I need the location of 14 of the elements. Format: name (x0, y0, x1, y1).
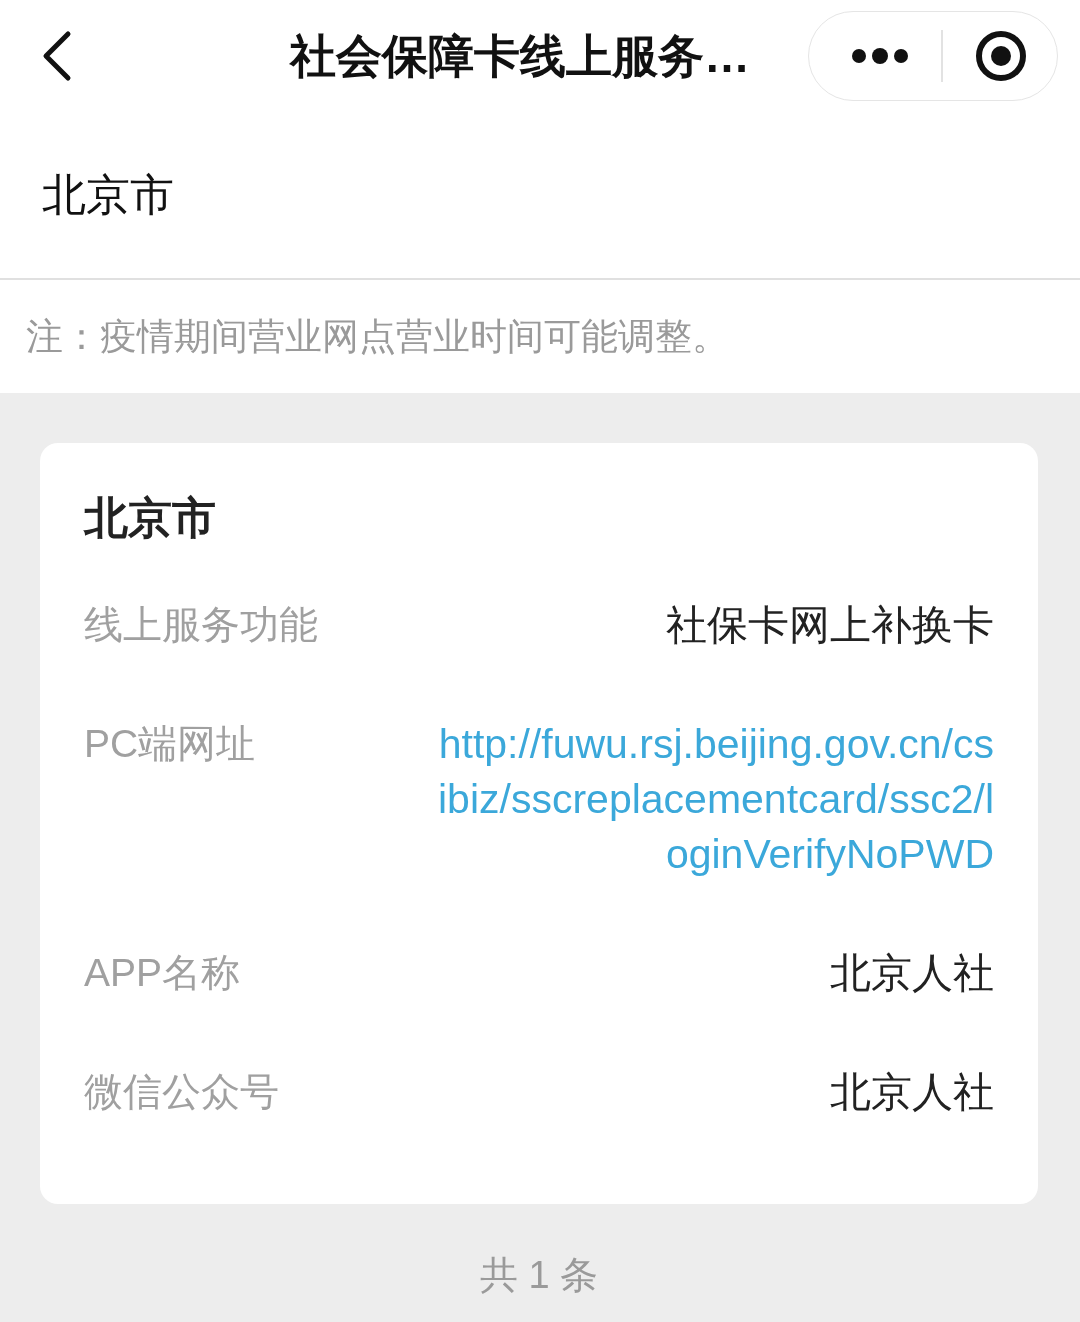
field-label: PC端网址 (84, 721, 256, 767)
more-icon[interactable] (851, 48, 909, 64)
field-label: APP名称 (84, 950, 241, 996)
notice-text: 注：疫情期间营业网点营业时间可能调整。 (26, 314, 729, 359)
field-value: 社保卡网上补换卡 (666, 601, 994, 650)
back-icon[interactable] (42, 30, 72, 82)
field-label: 微信公众号 (84, 1069, 279, 1115)
field-label: 线上服务功能 (84, 602, 318, 648)
result-count: 共 1 条 (479, 1254, 599, 1296)
page-title: 社会保障卡线上服务… (290, 29, 750, 84)
field-value: 北京人社 (830, 1068, 994, 1117)
card-title: 北京市 (84, 492, 217, 544)
city-selector[interactable]: 北京市 (42, 165, 174, 225)
field-value: 北京人社 (830, 949, 994, 998)
